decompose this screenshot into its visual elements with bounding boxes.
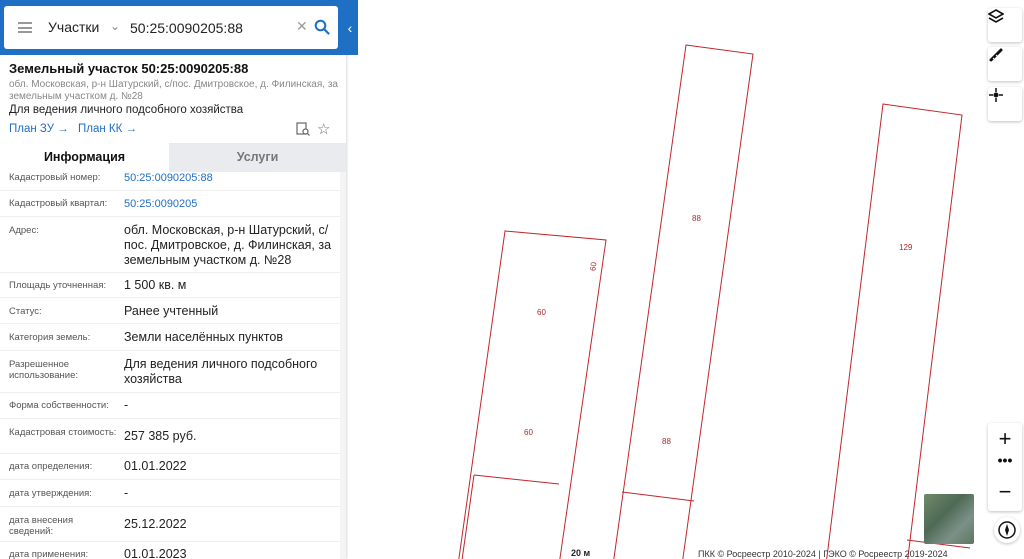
divider xyxy=(0,323,340,324)
scale-label: 20 м xyxy=(571,548,591,558)
info-label: Адрес: xyxy=(9,225,39,236)
search-icon[interactable] xyxy=(314,19,330,35)
info-value: - xyxy=(124,486,129,500)
collapse-panel-button[interactable]: ‹ xyxy=(342,0,358,55)
more-options-button[interactable]: ••• xyxy=(988,453,1022,473)
ruler-button[interactable] xyxy=(988,47,1022,81)
compass-button[interactable] xyxy=(994,517,1020,543)
chevron-down-icon[interactable]: ⌄ xyxy=(110,19,120,33)
plan-kk-link[interactable]: План КК → xyxy=(78,123,137,135)
info-value: 25.12.2022 xyxy=(124,517,187,531)
divider xyxy=(0,350,340,351)
info-label: Форма собственности: xyxy=(9,400,109,411)
info-value: Земли населённых пунктов xyxy=(124,330,283,344)
arrow-right-icon: → xyxy=(125,123,138,135)
parcel-60 xyxy=(458,230,607,559)
info-label: Кадастровый номер: xyxy=(9,172,101,183)
info-value: обл. Московская, р-н Шатурский, с/пос. Д… xyxy=(124,223,332,267)
plan-kk-label: План КК xyxy=(78,123,123,135)
info-value: 01.01.2022 xyxy=(124,459,187,473)
search-mode-select[interactable]: Участки xyxy=(48,19,99,35)
divider xyxy=(0,216,340,217)
info-label: дата утверждения: xyxy=(9,488,92,499)
info-label: Разрешенное использование: xyxy=(9,359,79,381)
search-bar: Участки ⌄ ✕ ‹ xyxy=(0,0,358,55)
info-value: Для ведения личного подсобного хозяйства xyxy=(124,357,318,386)
crosshair-icon xyxy=(989,88,1003,102)
info-label: Кадастровая стоимость: xyxy=(9,427,117,438)
info-label: Кадастровый квартал: xyxy=(9,198,108,209)
zoom-controls: + ••• − xyxy=(988,423,1022,511)
cadastral-quarter-link[interactable]: 50:25:0090205 xyxy=(124,197,336,212)
search-box: Участки ⌄ ✕ xyxy=(4,6,338,49)
divider xyxy=(0,297,340,298)
info-value: 257 385 руб. xyxy=(124,429,197,443)
close-icon[interactable]: ✕ xyxy=(296,18,308,35)
tab-info[interactable]: Информация xyxy=(0,143,169,174)
info-label: дата внесения сведений: xyxy=(9,515,74,537)
divider xyxy=(0,418,340,419)
layers-button[interactable] xyxy=(988,8,1022,42)
plot-label: 60 xyxy=(524,428,533,437)
compass-icon xyxy=(998,521,1016,539)
parcel-60-divider xyxy=(473,474,560,485)
parcel-address: обл. Московская, р-н Шатурский, с/пос. Д… xyxy=(9,79,338,102)
scrollbar[interactable] xyxy=(340,172,346,559)
info-value: Ранее учтенный xyxy=(124,304,219,318)
ruler-icon xyxy=(989,48,1003,62)
plot-label: 88 xyxy=(692,214,701,223)
parcel-88-divider xyxy=(621,491,695,502)
info-label: дата определения: xyxy=(9,461,93,472)
search-input[interactable] xyxy=(130,17,290,39)
parcel-88 xyxy=(613,44,754,559)
hamburger-menu-icon[interactable] xyxy=(18,22,32,33)
layers-icon xyxy=(988,9,1004,23)
info-value: 1 500 кв. м xyxy=(124,278,187,292)
info-label: Статус: xyxy=(9,306,42,317)
info-value: - xyxy=(124,398,129,412)
tab-services[interactable]: Услуги xyxy=(169,143,346,172)
divider xyxy=(0,479,340,480)
copyright-text: ПКК © Росреестр 2010-2024 | ГЭКО © Росре… xyxy=(698,549,948,559)
parcel-129 xyxy=(826,103,963,559)
arrow-right-icon: → xyxy=(57,123,69,135)
chevron-left-icon: ‹ xyxy=(347,19,353,36)
zoom-in-button[interactable]: + xyxy=(988,423,1022,455)
divider xyxy=(0,190,340,191)
plan-zu-label: План ЗУ xyxy=(9,123,55,135)
locate-button[interactable] xyxy=(988,87,1022,121)
info-panel: Земельный участок 50:25:0090205:88 обл. … xyxy=(0,0,346,559)
parcel-usage: Для ведения личного подсобного хозяйства xyxy=(9,104,244,116)
info-value: 01.01.2023 xyxy=(124,547,187,559)
satellite-minimap[interactable] xyxy=(924,494,974,544)
divider xyxy=(0,392,340,393)
parcel-60-left-edge xyxy=(461,474,475,559)
document-search-icon[interactable] xyxy=(296,122,310,136)
divider xyxy=(0,506,340,507)
tabs: Информация Услуги xyxy=(0,143,346,174)
plot-label: 88 xyxy=(662,437,671,446)
star-icon[interactable]: ☆ xyxy=(317,120,330,138)
divider xyxy=(0,453,340,454)
zoom-out-button[interactable]: − xyxy=(988,477,1022,509)
plot-label: 129 xyxy=(899,243,913,252)
divider xyxy=(0,541,340,542)
divider xyxy=(0,272,340,273)
plot-label: 60 xyxy=(537,308,546,317)
plot-label: 60 xyxy=(588,261,599,272)
cadastral-number-link[interactable]: 50:25:0090205:88 xyxy=(124,171,336,186)
info-label: дата применения: xyxy=(9,549,89,559)
info-label: Категория земель: xyxy=(9,332,91,343)
info-label: Площадь уточненная: xyxy=(9,280,107,291)
plan-zu-link[interactable]: План ЗУ → xyxy=(9,123,69,135)
parcel-title: Земельный участок 50:25:0090205:88 xyxy=(9,61,249,76)
